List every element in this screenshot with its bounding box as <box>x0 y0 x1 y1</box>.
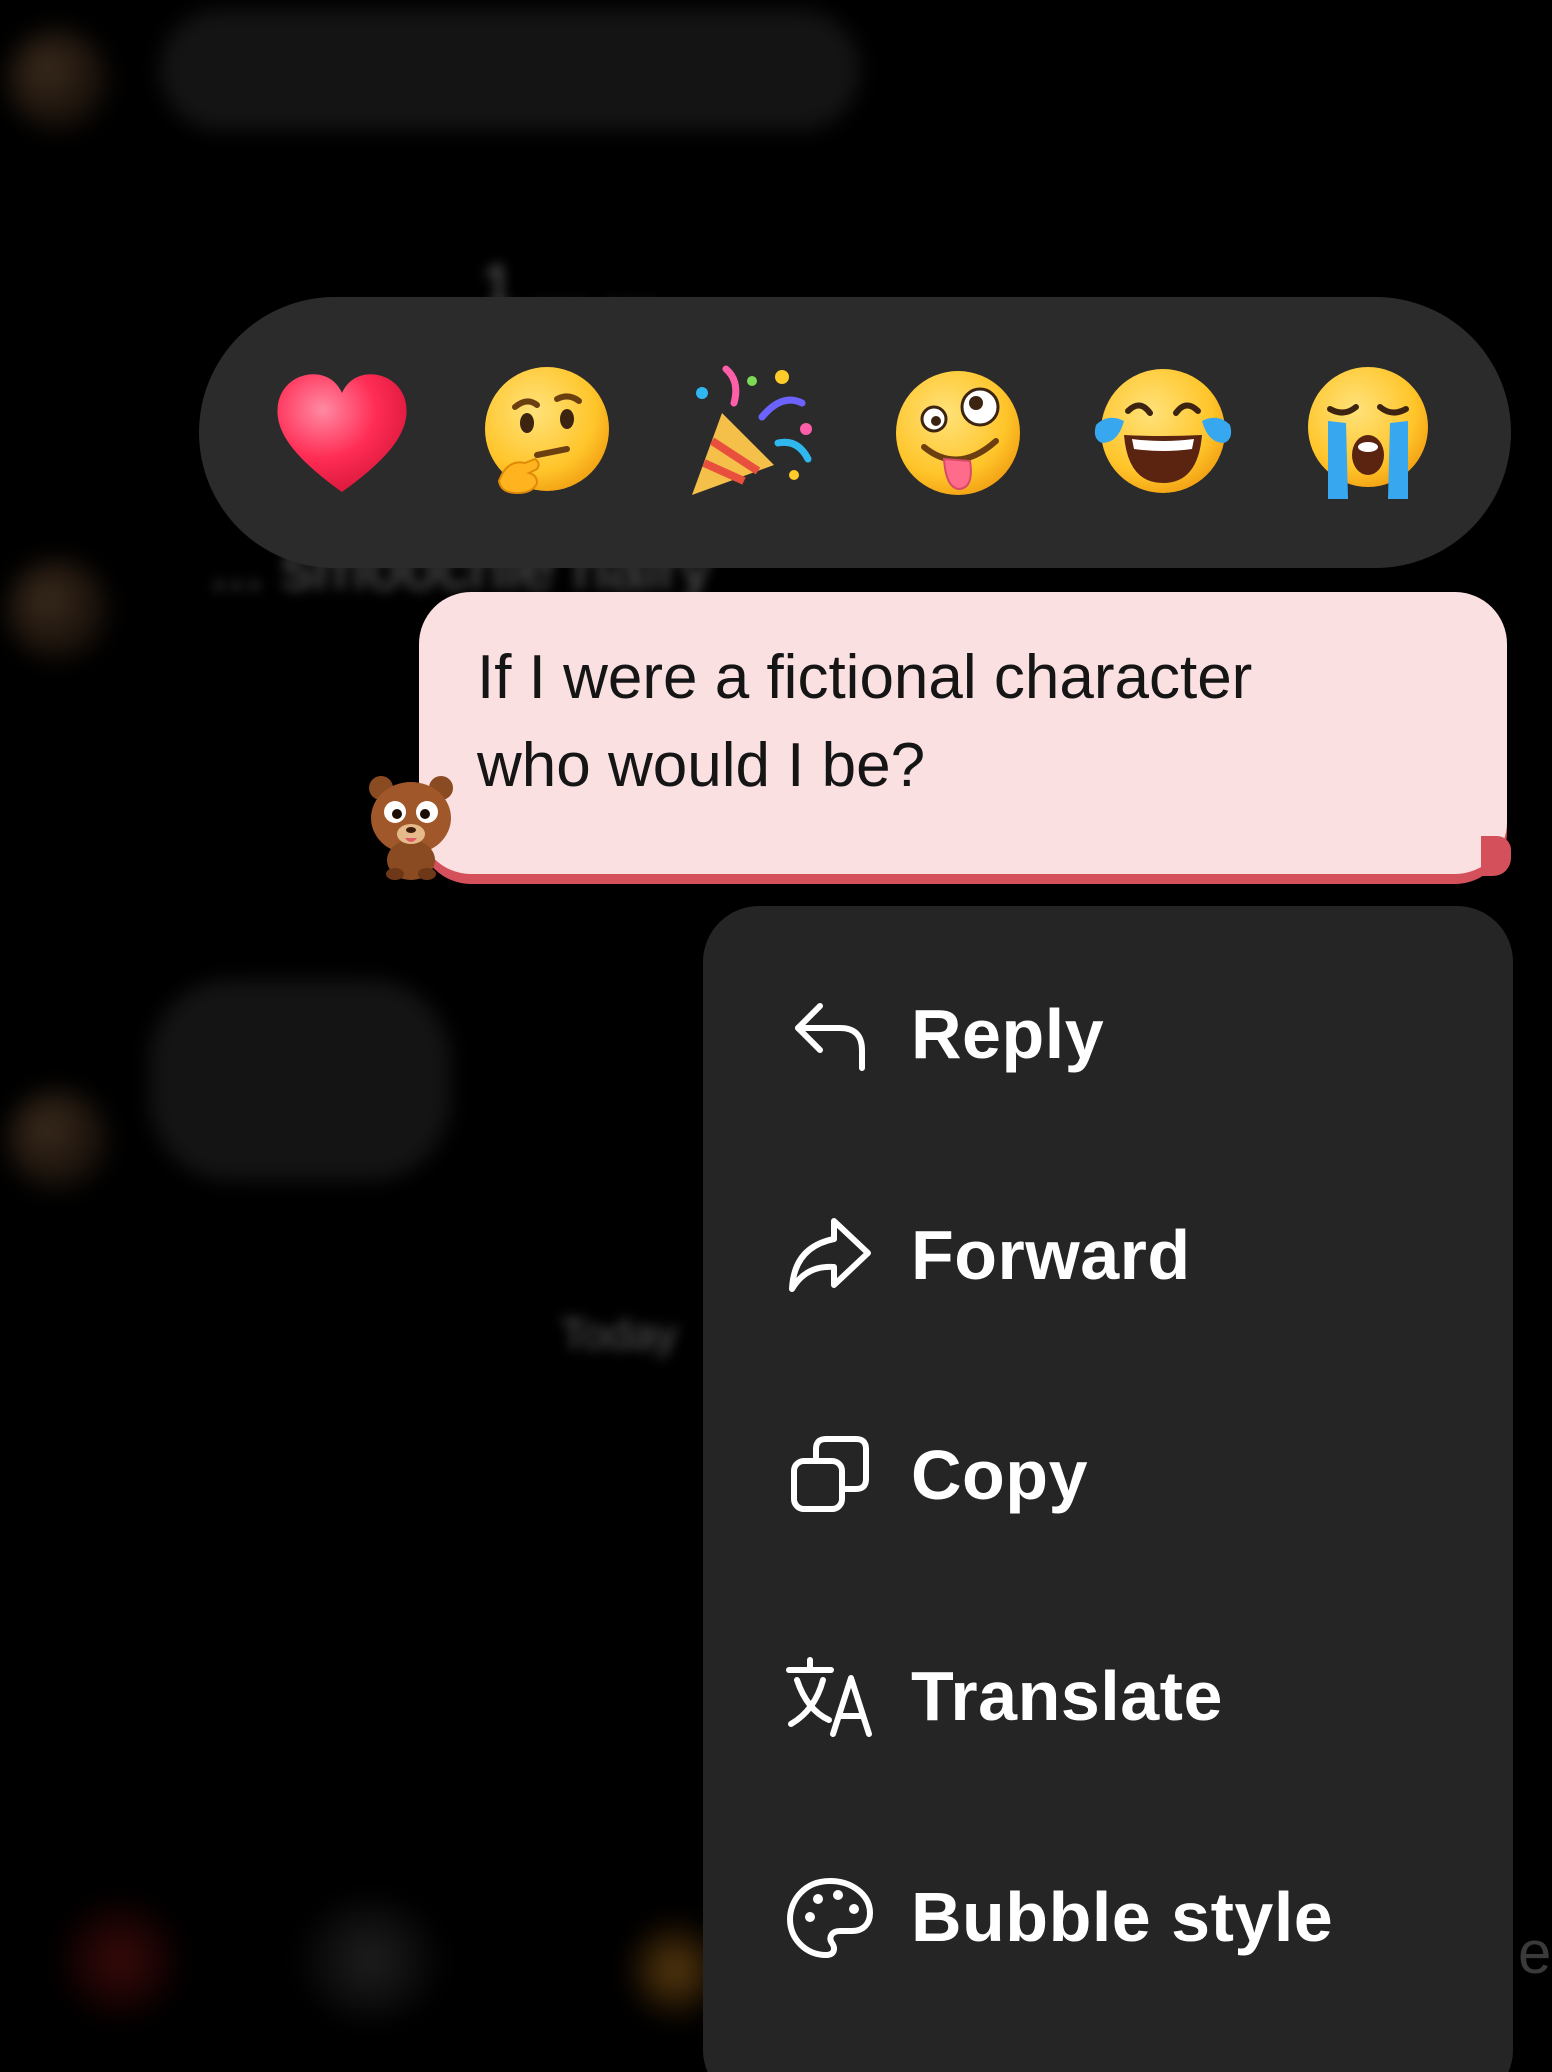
zany-face-reaction[interactable] <box>883 358 1033 508</box>
loudly-crying-reaction[interactable] <box>1293 358 1443 508</box>
message-line: who would I be? <box>477 731 926 800</box>
background-avatar <box>8 1090 108 1190</box>
message[interactable]: If I were a fictional character who woul… <box>365 590 1515 890</box>
background-avatar <box>8 30 108 130</box>
thinking-face-reaction[interactable] <box>472 358 622 508</box>
message-bubble[interactable]: If I were a fictional character who woul… <box>419 592 1511 876</box>
message-text: If I were a fictional character who woul… <box>477 634 1477 810</box>
message-line: If I were a fictional character <box>477 643 1253 712</box>
loudly-crying-emoji-icon <box>1308 366 1429 499</box>
menu-item-label: Translate <box>911 1657 1223 1735</box>
menu-item-bubble-style[interactable]: Bubble style <box>703 1842 1513 1992</box>
background-message-bubble <box>160 10 860 130</box>
forward-icon <box>785 1210 875 1300</box>
menu-item-label: Reply <box>911 995 1105 1073</box>
tears-of-joy-reaction[interactable] <box>1088 358 1238 508</box>
copy-icon <box>785 1430 875 1520</box>
tears-of-joy-emoji-icon <box>1094 368 1232 493</box>
message-context-menu: Reply Forward Copy Translate Bubble styl… <box>703 906 1513 2072</box>
reply-icon <box>785 989 875 1079</box>
thinking-face-emoji-icon <box>484 366 609 494</box>
screen: 1 ... ... ... smoochie hairy Today e <box>0 0 1552 2072</box>
red-heart-reaction[interactable] <box>267 358 417 508</box>
background-text: Today <box>560 1310 678 1359</box>
menu-item-copy[interactable]: Copy <box>703 1400 1513 1550</box>
background-text: e <box>1518 1919 1552 1986</box>
bubble-tail <box>1481 836 1511 876</box>
menu-item-label: Bubble style <box>911 1878 1334 1956</box>
reaction-bar <box>199 297 1511 568</box>
heart-emoji-icon <box>277 373 407 492</box>
menu-item-translate[interactable]: Translate <box>703 1621 1513 1771</box>
menu-item-label: Forward <box>911 1216 1191 1294</box>
translate-icon <box>785 1651 875 1741</box>
background-avatar <box>300 1900 440 2020</box>
menu-item-label: Copy <box>911 1436 1088 1514</box>
background-avatar <box>60 1900 180 2020</box>
menu-item-reply[interactable]: Reply <box>703 959 1513 1109</box>
background-message-bubble <box>150 980 450 1180</box>
palette-icon <box>785 1872 875 1962</box>
party-popper-emoji-icon <box>692 365 813 495</box>
menu-item-forward[interactable]: Forward <box>703 1180 1513 1330</box>
background-avatar <box>8 560 108 660</box>
zany-face-emoji-icon <box>895 370 1020 495</box>
bear-avatar-icon[interactable] <box>365 768 457 880</box>
party-popper-reaction[interactable] <box>677 358 827 508</box>
